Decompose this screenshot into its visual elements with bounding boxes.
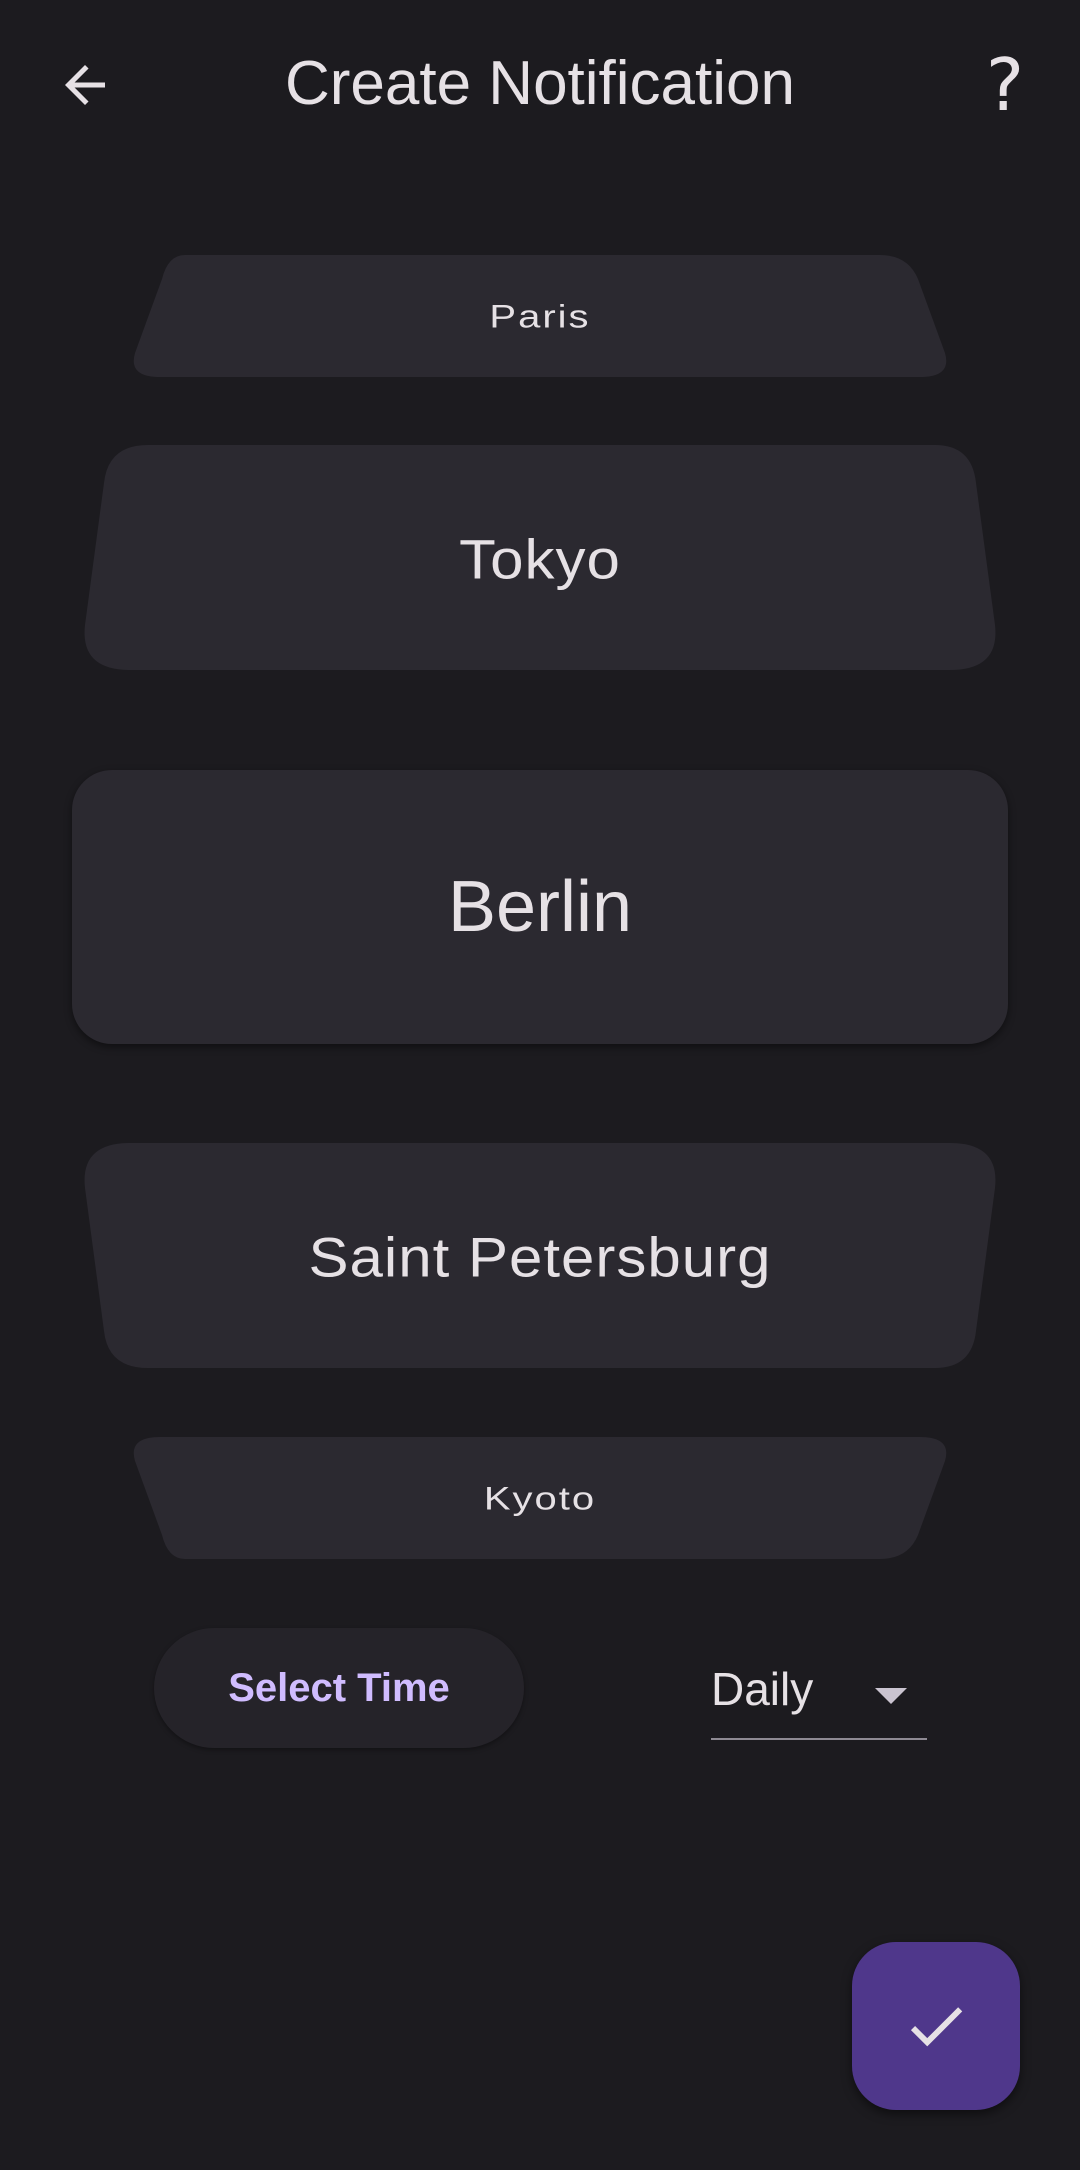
wheel-item-label: Paris [489, 299, 591, 335]
select-time-button[interactable]: Select Time [154, 1628, 524, 1748]
app-bar: Create Notification ? [0, 0, 1080, 170]
help-button[interactable]: ? [960, 40, 1050, 130]
wheel-item-saint-petersburg[interactable]: Saint Petersburg [0, 1143, 1080, 1371]
confirm-fab-button[interactable] [852, 1942, 1020, 2110]
wheel-item-label: Tokyo [459, 528, 621, 590]
dropdown-arrow-icon [875, 1688, 907, 1704]
wheel-item-paris[interactable]: Paris [0, 255, 1080, 380]
wheel-item-berlin-selected[interactable]: Berlin [0, 770, 1080, 1044]
wheel-item-label: Berlin [447, 867, 633, 947]
frequency-dropdown[interactable]: Daily [711, 1652, 927, 1740]
page-title: Create Notification [284, 49, 796, 118]
wheel-item-kyoto[interactable]: Kyoto [0, 1437, 1080, 1562]
wheel-item-tokyo[interactable]: Tokyo [0, 445, 1080, 673]
city-picker-wheel[interactable]: Paris Tokyo Berlin Saint Petersburg Kyot… [0, 240, 1080, 1590]
check-icon [910, 2007, 963, 2047]
schedule-controls: Select Time Daily [0, 1628, 1080, 1752]
frequency-value: Daily [711, 1663, 814, 1715]
wheel-item-label: Saint Petersburg [308, 1226, 772, 1288]
wheel-item-label: Kyoto [483, 1481, 597, 1517]
